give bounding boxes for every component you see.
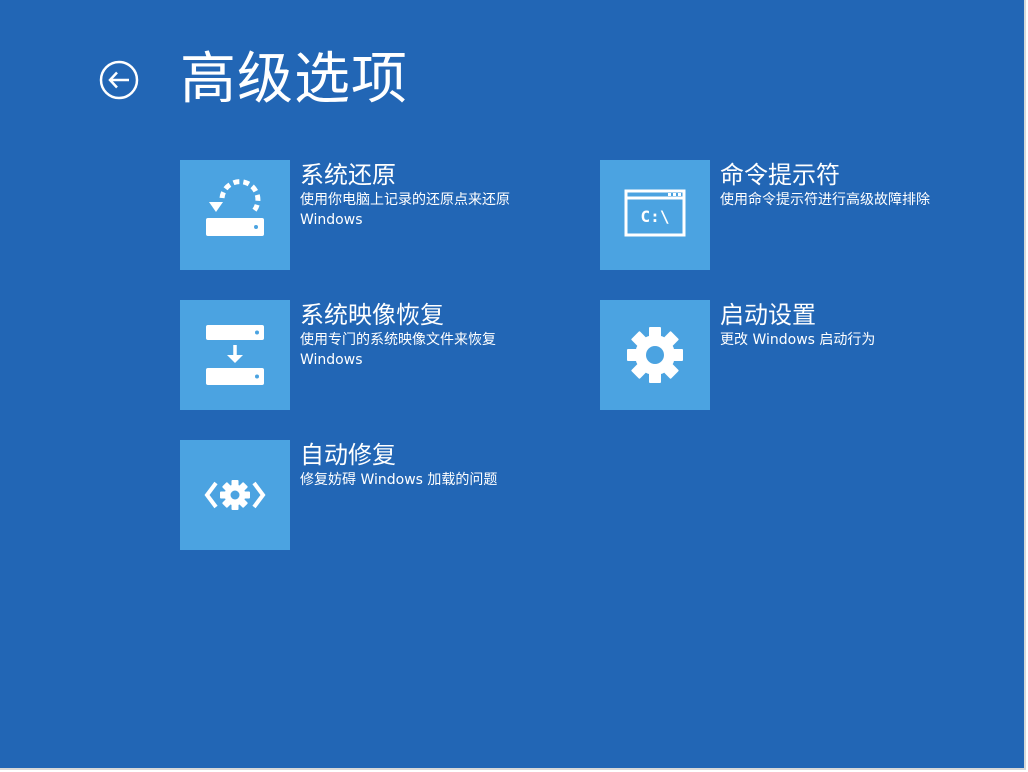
option-description: 修复妨碍 Windows 加载的问题 <box>300 472 498 488</box>
option-title: 系统还原 <box>300 161 396 189</box>
option-description: 使用你电脑上记录的还原点来还原 Windows <box>300 192 510 228</box>
option-description: 使用命令提示符进行高级故障排除 <box>720 192 930 208</box>
option-tile <box>180 160 290 270</box>
command-prompt-icon: C:\ <box>624 189 686 237</box>
restore-icon <box>206 179 264 236</box>
page-title: 高级选项 <box>180 47 408 112</box>
option-tile <box>180 300 290 410</box>
option-startup-settings[interactable]: 启动设置 更改 Windows 启动行为 <box>600 300 980 410</box>
option-title: 命令提示符 <box>720 161 840 189</box>
automatic-repair-icon <box>204 480 266 510</box>
option-description: 使用专门的系统映像文件来恢复 Windows <box>300 332 496 368</box>
option-command-prompt[interactable]: C:\ 命令提示符 使用命令提示符进行高级故障排除 <box>600 160 980 270</box>
option-description: 更改 Windows 启动行为 <box>720 332 876 348</box>
option-system-image-recovery[interactable]: 系统映像恢复 使用专门的系统映像文件来恢复 Windows <box>180 300 560 410</box>
option-title: 系统映像恢复 <box>300 301 444 329</box>
option-automatic-repair[interactable]: 自动修复 修复妨碍 Windows 加载的问题 <box>180 440 560 550</box>
option-tile <box>180 440 290 550</box>
option-title: 自动修复 <box>300 441 396 469</box>
gear-icon <box>627 327 683 383</box>
back-arrow-icon <box>99 60 139 100</box>
recovery-screen: 高级选项 系统还原 使用你电脑上记录的还原点来还原 Windows C:\ 命令… <box>0 0 1026 770</box>
option-tile: C:\ <box>600 160 710 270</box>
option-system-restore[interactable]: 系统还原 使用你电脑上记录的还原点来还原 Windows <box>180 160 560 270</box>
option-tile <box>600 300 710 410</box>
svg-text:C:\: C:\ <box>641 207 670 226</box>
image-recovery-icon <box>206 325 264 385</box>
back-button[interactable] <box>99 60 139 100</box>
option-title: 启动设置 <box>720 301 816 329</box>
